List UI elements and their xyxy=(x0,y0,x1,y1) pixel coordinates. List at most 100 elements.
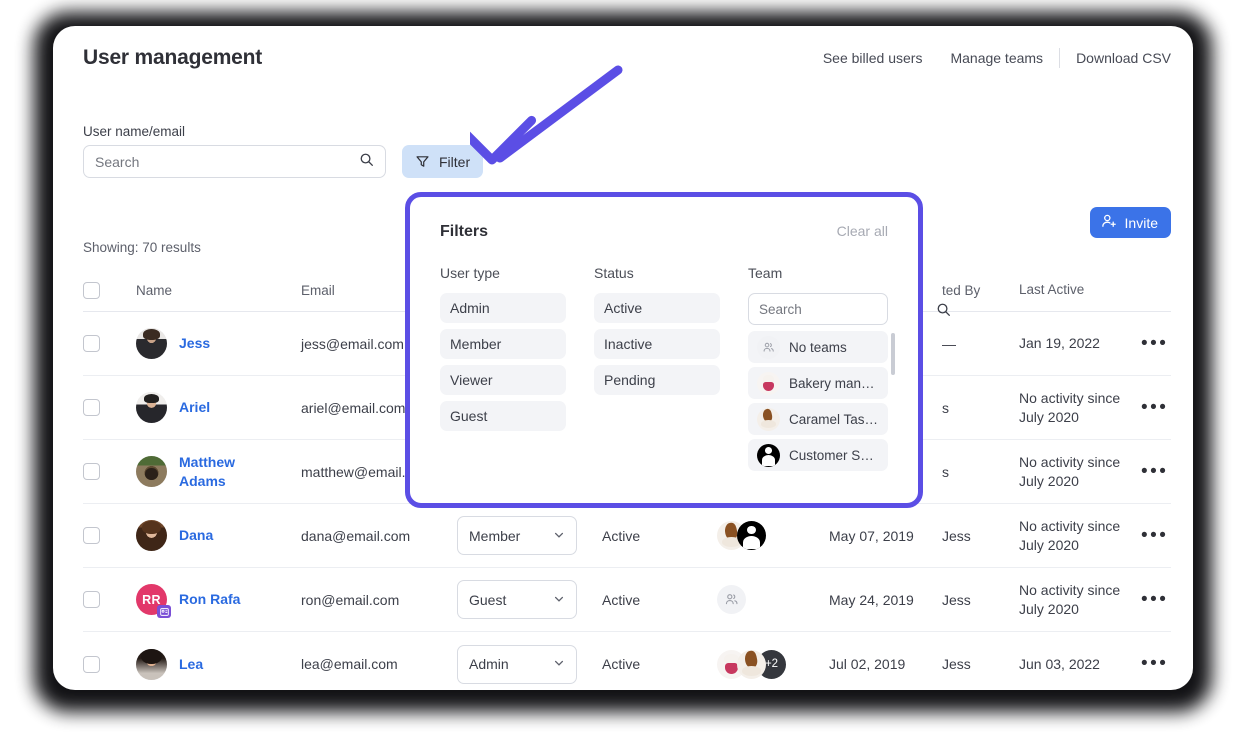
filter-option-member[interactable]: Member xyxy=(440,329,566,359)
user-added: Jul 02, 2019 xyxy=(829,656,906,672)
team-option-customer-support[interactable]: Customer S… xyxy=(748,439,888,471)
team-avatar-customer-support xyxy=(737,521,766,550)
user-invited-by: s xyxy=(942,399,949,416)
row-menu-icon[interactable]: ••• xyxy=(1141,525,1168,545)
header-divider xyxy=(1059,48,1061,68)
chevron-down-icon xyxy=(553,656,565,672)
column-header-last-active[interactable]: Last Active xyxy=(1019,281,1141,299)
filter-option-viewer[interactable]: Viewer xyxy=(440,365,566,395)
filter-option-inactive[interactable]: Inactive xyxy=(594,329,720,359)
user-email: lea@email.com xyxy=(301,656,398,672)
row-menu-icon[interactable]: ••• xyxy=(1141,461,1168,481)
screenshot-root: User management See billed users Manage … xyxy=(0,0,1243,753)
download-csv-link[interactable]: Download CSV xyxy=(1062,50,1171,66)
row-menu-icon[interactable]: ••• xyxy=(1141,333,1168,353)
search-icon xyxy=(359,152,374,172)
team-option-label: Bakery man… xyxy=(789,375,875,391)
filter-option-active[interactable]: Active xyxy=(594,293,720,323)
user-name-link[interactable]: Matthew Adams xyxy=(179,453,271,489)
table-row[interactable]: Lea lea@email.com Admin Active +2 Jul 02… xyxy=(83,632,1171,690)
row-menu-icon[interactable]: ••• xyxy=(1141,654,1168,674)
user-name-link[interactable]: Ron Rafa xyxy=(179,590,240,608)
team-list-scrollbar[interactable] xyxy=(891,333,895,375)
user-status: Active xyxy=(602,527,641,544)
filter-option-admin[interactable]: Admin xyxy=(440,293,566,323)
row-select-cell xyxy=(83,463,136,480)
select-all-checkbox[interactable] xyxy=(83,282,100,299)
row-select-cell xyxy=(83,399,136,416)
user-team-cell xyxy=(717,585,829,614)
row-checkbox[interactable] xyxy=(83,335,100,352)
row-menu-icon[interactable]: ••• xyxy=(1141,397,1168,417)
avatar: RR xyxy=(136,584,171,618)
row-select-cell xyxy=(83,527,136,544)
user-email: ron@email.com xyxy=(301,591,400,608)
user-invited-by: Jess xyxy=(942,527,971,544)
team-option-no-teams[interactable]: No teams xyxy=(748,331,888,363)
table-row[interactable]: RR Ron Rafa ron@email.com Guest Active M… xyxy=(83,568,1171,632)
invite-button[interactable]: Invite xyxy=(1089,207,1171,238)
user-last-active: Jan 19, 2022 xyxy=(1019,335,1100,352)
user-name-link[interactable]: Lea xyxy=(179,655,203,673)
user-status: Active xyxy=(602,656,641,672)
see-billed-users-link[interactable]: See billed users xyxy=(809,50,937,66)
user-last-active: No activity since July 2020 xyxy=(1019,453,1121,489)
user-type-select[interactable]: Admin xyxy=(457,644,577,684)
filter-button[interactable]: Filter xyxy=(402,145,484,178)
select-all-cell xyxy=(83,282,136,299)
user-name-cell: Ariel xyxy=(136,392,301,423)
user-invited-by: Jess xyxy=(942,656,971,672)
column-header-name[interactable]: Name xyxy=(136,283,301,298)
row-checkbox[interactable] xyxy=(83,591,100,608)
filter-group-title: Status xyxy=(594,265,634,281)
row-select-cell xyxy=(83,591,136,608)
team-avatar-caramel xyxy=(737,649,766,679)
filter-option-pending[interactable]: Pending xyxy=(594,365,720,395)
people-outline-icon xyxy=(757,335,780,359)
avatar xyxy=(136,392,167,423)
user-name-cell: RR Ron Rafa xyxy=(136,584,301,618)
manage-teams-link[interactable]: Manage teams xyxy=(936,50,1057,66)
user-email: dana@email.com xyxy=(301,527,411,544)
team-search-input[interactable] xyxy=(759,301,936,317)
user-name-link[interactable]: Jess xyxy=(179,334,210,352)
user-invited-by: — xyxy=(942,335,956,352)
team-avatar-caramel xyxy=(757,407,780,431)
search-box[interactable] xyxy=(83,145,386,178)
table-row[interactable]: Dana dana@email.com Member Active May 07… xyxy=(83,504,1171,568)
user-type-select[interactable]: Member xyxy=(457,516,577,555)
user-name-link[interactable]: Ariel xyxy=(179,398,210,416)
user-added: May 24, 2019 xyxy=(829,591,914,608)
team-option-caramel[interactable]: Caramel Tas… xyxy=(748,403,888,435)
user-name-link[interactable]: Dana xyxy=(179,526,213,544)
user-invited-by: Jess xyxy=(942,591,971,608)
row-menu-icon[interactable]: ••• xyxy=(1141,589,1168,609)
team-avatar-stack[interactable]: +2 xyxy=(717,649,829,679)
filters-title: Filters xyxy=(440,223,489,240)
team-option-label: Customer S… xyxy=(789,447,874,463)
user-type-cell: Guest xyxy=(457,580,602,619)
team-option-bakery[interactable]: Bakery man… xyxy=(748,367,888,399)
column-header-invited-by[interactable]: ted By xyxy=(942,283,1019,298)
user-type-select[interactable]: Guest xyxy=(457,580,577,619)
clear-all-button[interactable]: Clear all xyxy=(837,223,888,239)
filter-option-guest[interactable]: Guest xyxy=(440,401,566,431)
team-search-box[interactable] xyxy=(748,293,950,325)
row-checkbox[interactable] xyxy=(83,399,100,416)
team-avatar-cupcake xyxy=(757,371,780,395)
row-actions-cell: ••• xyxy=(1141,589,1176,609)
avatar xyxy=(136,520,167,551)
avatar xyxy=(136,648,167,680)
team-avatar-stack[interactable] xyxy=(717,521,829,550)
filters-popover-header: Filters Clear all xyxy=(440,223,888,241)
row-checkbox[interactable] xyxy=(83,655,100,673)
row-actions-cell: ••• xyxy=(1141,525,1176,545)
row-select-cell xyxy=(83,335,136,352)
invite-button-label: Invite xyxy=(1124,214,1158,231)
user-type-value: Admin xyxy=(469,656,509,672)
search-input[interactable] xyxy=(95,153,359,170)
row-checkbox[interactable] xyxy=(83,463,100,480)
contact-card-badge-icon xyxy=(157,605,171,618)
row-checkbox[interactable] xyxy=(83,527,100,544)
user-team-cell: +2 xyxy=(717,649,829,679)
